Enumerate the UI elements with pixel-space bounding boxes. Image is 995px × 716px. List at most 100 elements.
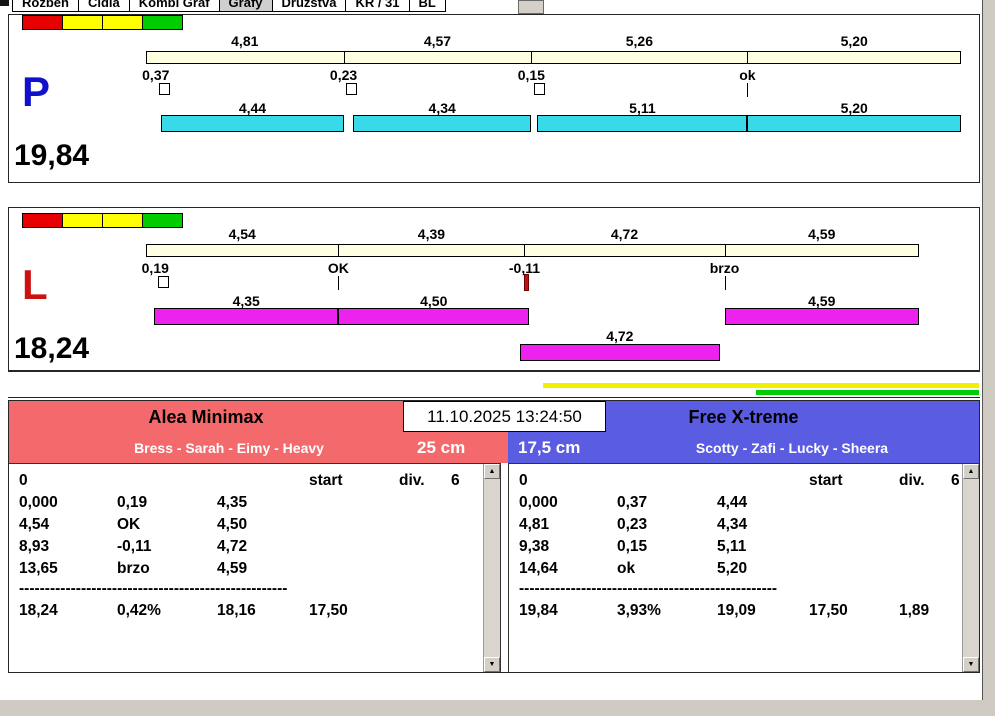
list-row: ----------------------------------------… — [9, 580, 500, 602]
team-name-left: Alea Minimax — [148, 407, 264, 427]
scroll-down-button[interactable]: ▼ — [484, 657, 500, 672]
results-section: Alea Minimax Bress - Sarah - Eimy - Heav… — [8, 400, 980, 673]
list-cell: 4,59 — [217, 560, 248, 577]
run-time-label: 4,59 — [808, 293, 836, 309]
list-cell: 6 — [451, 472, 460, 489]
list-cell: 0,000 — [519, 494, 558, 511]
list-row: 0,000 0,37 4,44 — [509, 494, 979, 516]
list-cell: 0,000 — [19, 494, 58, 511]
sensor-label: OK — [327, 260, 349, 276]
list-cell: start — [809, 472, 843, 489]
desktop-edge-bottom — [0, 700, 995, 716]
list-cell: ----------------------------------------… — [519, 580, 778, 597]
tab-bl[interactable]: BL — [408, 0, 446, 12]
run-time-label: 4,35 — [232, 293, 260, 309]
lane-letter-p: P — [22, 68, 51, 115]
run-time-label: 4,50 — [420, 293, 448, 309]
jump-height-right: 17,5 cm — [518, 438, 581, 457]
status-light — [22, 15, 63, 30]
sensor-label: 0,37 — [142, 67, 170, 83]
split-time-label: 5,26 — [625, 33, 653, 49]
split-tick-mark — [531, 51, 533, 64]
progress-bar-yellow — [543, 383, 979, 388]
list-cell: 4,35 — [217, 494, 248, 511]
list-cell: 8,93 — [19, 538, 50, 555]
run-bar-segment — [537, 115, 748, 132]
tab-rozbeh[interactable]: Rozbeh — [12, 0, 79, 12]
split-time-label: 4,81 — [231, 33, 259, 49]
list-cell: 5,20 — [717, 560, 748, 577]
jump-height-left: 25 cm — [417, 438, 466, 457]
tab-kr-31[interactable]: KR / 31 — [345, 0, 410, 12]
split-time-label: 4,57 — [423, 33, 452, 49]
list-row: 13,65 brzo 4,59 — [9, 560, 500, 582]
split-time-label: 4,59 — [808, 226, 836, 242]
window-corner-artifact — [0, 0, 9, 6]
team-dogs-left: Bress - Sarah - Eimy - Heavy — [134, 440, 324, 456]
split-tick-mark — [338, 244, 340, 257]
list-cell: 18,24 — [19, 602, 58, 619]
list-row: 0,000 0,19 4,35 — [9, 494, 500, 516]
sensor-marker-box — [157, 276, 169, 288]
list-cell: 4,72 — [217, 538, 248, 555]
list-cell: 0,15 — [617, 538, 648, 555]
list-cell: 1,89 — [899, 602, 930, 619]
team-dogs-right: Scotty - Zafi - Lucky - Sheera — [695, 440, 889, 456]
scroll-down-button[interactable]: ▼ — [963, 657, 979, 672]
split-time-label: 4,39 — [417, 226, 446, 242]
list-cell: 0,19 — [117, 494, 148, 511]
list-cell: 4,54 — [19, 516, 50, 533]
list-cell: 4,34 — [717, 516, 748, 533]
lane-total-time-l: 18,24 — [14, 332, 90, 365]
sensor-label: ok — [739, 67, 756, 83]
app-window: Rozbeh Cidla Kombi Graf Grafy Druzstva KR / 3… — [0, 0, 983, 700]
list-row: 8,93 -0,11 4,72 — [9, 538, 500, 560]
window-control[interactable] — [518, 0, 544, 14]
list-cell: start — [309, 472, 343, 489]
list-cell: 13,65 — [19, 560, 58, 577]
list-cell: ----------------------------------------… — [19, 580, 288, 597]
sensor-marker-tick — [338, 276, 340, 290]
run-bar-segment — [519, 344, 720, 361]
list-row: 0 start div. 6 — [509, 472, 979, 494]
list-cell: 0,23 — [617, 516, 648, 533]
list-cell: brzo — [117, 560, 150, 577]
list-cell: 14,64 — [519, 560, 558, 577]
split-tick-mark — [524, 244, 526, 257]
list-cell: 6 — [951, 472, 960, 489]
desktop-edge-right — [983, 0, 995, 716]
list-cell: div. — [399, 472, 425, 489]
results-list-left[interactable]: ▲ ▼ 0 start div. 6 0,000 0,19 4,35 4,54 OK 4,50 8,… — [9, 463, 501, 672]
list-cell: ok — [617, 560, 636, 577]
progress-strip — [8, 371, 980, 398]
run-time-label: 4,72 — [606, 328, 634, 344]
lane-total-time-p: 19,84 — [14, 139, 90, 172]
datetime-display: 11.10.2025 13:24:50 — [403, 401, 606, 432]
run-time-label: 4,34 — [428, 100, 456, 116]
tab-druzstva[interactable]: Druzstva — [271, 0, 347, 12]
split-tick-mark — [724, 244, 726, 257]
sensor-marker-tick — [724, 276, 726, 290]
list-cell: 0 — [519, 472, 528, 489]
list-cell: OK — [117, 516, 141, 533]
sensor-label: 0,23 — [329, 67, 358, 83]
list-row: 0 start div. 6 — [9, 472, 500, 494]
tab-cidla[interactable]: Cidla — [77, 0, 130, 12]
list-cell: 4,44 — [717, 494, 748, 511]
tab-bar: Rozbeh Cidla Kombi Graf Grafy Druzstva KR / 3… — [12, 0, 446, 13]
list-row: 14,64 ok 5,20 — [509, 560, 979, 582]
list-cell: 4,81 — [519, 516, 550, 533]
tab-grafy[interactable]: Grafy — [218, 0, 273, 12]
split-time-label: 4,54 — [228, 226, 256, 242]
sensor-marker-box — [158, 83, 170, 95]
split-tick-mark — [343, 51, 345, 64]
tab-kombi-graf[interactable]: Kombi Graf — [128, 0, 220, 12]
split-time-label: 4,72 — [610, 226, 639, 242]
run-bar-segment — [353, 115, 532, 132]
run-time-label: 4,44 — [238, 100, 267, 116]
list-cell: div. — [899, 472, 925, 489]
list-cell: 5,11 — [717, 538, 747, 555]
results-list-right[interactable]: ▲ ▼ 0 start div. 6 0,000 0,37 4,44 4,81 0,23 4,34… — [508, 463, 979, 672]
sensor-label: 0,15 — [517, 67, 545, 83]
status-light — [22, 213, 63, 228]
